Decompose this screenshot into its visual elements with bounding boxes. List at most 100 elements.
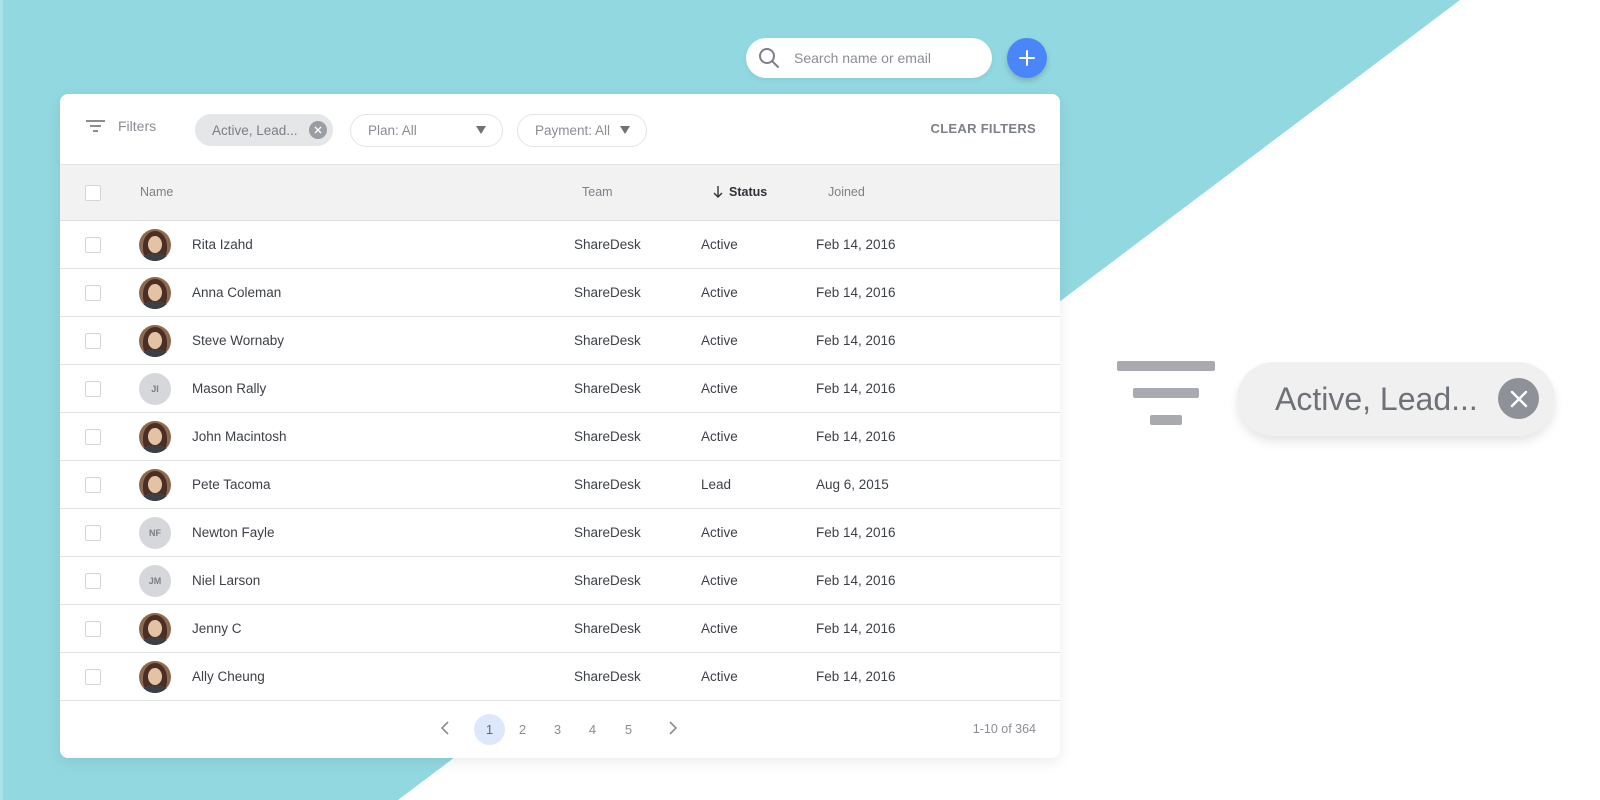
table-body: Rita Izahd ShareDesk Active Feb 14, 2016…: [60, 221, 1060, 701]
column-header-status[interactable]: Status: [713, 185, 767, 199]
avatar: JM: [139, 565, 171, 597]
row-checkbox[interactable]: [85, 477, 101, 493]
background-edge: [0, 0, 3, 800]
cell-status: Active: [701, 525, 738, 540]
cell-team: ShareDesk: [574, 381, 641, 396]
chevron-right-icon[interactable]: [668, 719, 678, 737]
cell-status: Active: [701, 573, 738, 588]
arrow-down-icon: [713, 186, 723, 198]
cell-name[interactable]: Ally Cheung: [192, 669, 265, 684]
column-header-team[interactable]: Team: [582, 185, 613, 199]
filter-icon: [86, 120, 105, 132]
cell-joined: Feb 14, 2016: [816, 573, 896, 588]
column-header-status-label: Status: [729, 185, 768, 199]
avatar-initials: JM: [148, 576, 162, 586]
close-icon[interactable]: [1498, 378, 1539, 419]
caret-down-icon: [620, 126, 630, 134]
cell-team: ShareDesk: [574, 429, 641, 444]
close-icon[interactable]: [309, 121, 327, 139]
table-row[interactable]: Steve Wornaby ShareDesk Active Feb 14, 2…: [60, 317, 1060, 365]
cell-name[interactable]: Niel Larson: [192, 573, 260, 588]
caret-down-icon: [476, 126, 486, 134]
pagination-range: 1-10 of 364: [972, 722, 1036, 736]
search-bar[interactable]: [746, 38, 992, 78]
table-row[interactable]: JI Mason Rally ShareDesk Active Feb 14, …: [60, 365, 1060, 413]
row-checkbox[interactable]: [85, 333, 101, 349]
cell-name[interactable]: Steve Wornaby: [192, 333, 284, 348]
avatar: [139, 613, 171, 645]
row-checkbox[interactable]: [85, 525, 101, 541]
avatar: NF: [139, 517, 171, 549]
avatar: JI: [139, 373, 171, 405]
avatar: [139, 277, 171, 309]
avatar-initials: JI: [151, 384, 159, 394]
table-row[interactable]: Ally Cheung ShareDesk Active Feb 14, 201…: [60, 653, 1060, 701]
cell-name[interactable]: Pete Tacoma: [192, 477, 271, 492]
row-checkbox[interactable]: [85, 381, 101, 397]
status-filter-chip-enlarged[interactable]: Active, Lead...: [1237, 362, 1555, 436]
column-header-joined[interactable]: Joined: [828, 185, 865, 199]
cell-team: ShareDesk: [574, 333, 641, 348]
row-checkbox[interactable]: [85, 285, 101, 301]
payment-select[interactable]: Payment: All: [517, 114, 647, 147]
page-button-3[interactable]: 3: [542, 714, 573, 745]
cell-team: ShareDesk: [574, 669, 641, 684]
avatar: [139, 325, 171, 357]
cell-status: Active: [701, 429, 738, 444]
avatar: [139, 421, 171, 453]
avatar: [139, 229, 171, 261]
cell-name[interactable]: Anna Coleman: [192, 285, 281, 300]
cell-status: Active: [701, 621, 738, 636]
cell-status: Active: [701, 333, 738, 348]
cell-joined: Feb 14, 2016: [816, 621, 896, 636]
cell-status: Active: [701, 237, 738, 252]
row-checkbox[interactable]: [85, 669, 101, 685]
cell-status: Lead: [701, 477, 732, 492]
plan-select-label: Plan: All: [368, 123, 417, 138]
page-button-1[interactable]: 1: [474, 714, 505, 745]
plan-select[interactable]: Plan: All: [350, 114, 503, 147]
add-user-button[interactable]: [1007, 38, 1047, 78]
chevron-left-icon[interactable]: [440, 719, 450, 737]
cell-joined: Feb 14, 2016: [816, 285, 896, 300]
row-checkbox[interactable]: [85, 429, 101, 445]
row-checkbox[interactable]: [85, 573, 101, 589]
cell-name[interactable]: Rita Izahd: [192, 237, 253, 252]
users-table-card: Filters Active, Lead... Plan: All Paymen…: [60, 94, 1060, 758]
cell-joined: Feb 14, 2016: [816, 381, 896, 396]
table-row[interactable]: JM Niel Larson ShareDesk Active Feb 14, …: [60, 557, 1060, 605]
table-row[interactable]: Pete Tacoma ShareDesk Lead Aug 6, 2015: [60, 461, 1060, 509]
cell-team: ShareDesk: [574, 621, 641, 636]
cell-name[interactable]: Newton Fayle: [192, 525, 275, 540]
cell-status: Active: [701, 381, 738, 396]
cell-name[interactable]: Mason Rally: [192, 381, 266, 396]
table-row[interactable]: Jenny C ShareDesk Active Feb 14, 2016: [60, 605, 1060, 653]
search-input[interactable]: [794, 50, 974, 66]
cell-status: Active: [701, 285, 738, 300]
clear-filters-button[interactable]: CLEAR FILTERS: [931, 121, 1037, 136]
page-button-5[interactable]: 5: [613, 714, 644, 745]
cell-joined: Feb 14, 2016: [816, 237, 896, 252]
row-checkbox[interactable]: [85, 621, 101, 637]
payment-select-label: Payment: All: [535, 123, 611, 138]
cell-team: ShareDesk: [574, 525, 641, 540]
table-row[interactable]: Anna Coleman ShareDesk Active Feb 14, 20…: [60, 269, 1060, 317]
cell-name[interactable]: Jenny C: [192, 621, 242, 636]
status-filter-chip[interactable]: Active, Lead...: [195, 114, 333, 146]
cell-name[interactable]: John Macintosh: [192, 429, 287, 444]
filters-bar: Filters Active, Lead... Plan: All Paymen…: [60, 94, 1060, 165]
table-row[interactable]: NF Newton Fayle ShareDesk Active Feb 14,…: [60, 509, 1060, 557]
cell-team: ShareDesk: [574, 237, 641, 252]
row-checkbox[interactable]: [85, 237, 101, 253]
table-row[interactable]: John Macintosh ShareDesk Active Feb 14, …: [60, 413, 1060, 461]
column-header-name[interactable]: Name: [140, 185, 173, 199]
status-filter-chip-label: Active, Lead...: [212, 122, 298, 138]
cell-joined: Aug 6, 2015: [816, 477, 889, 492]
select-all-checkbox[interactable]: [85, 185, 101, 201]
cell-joined: Feb 14, 2016: [816, 525, 896, 540]
page-button-2[interactable]: 2: [507, 714, 538, 745]
page-button-4[interactable]: 4: [577, 714, 608, 745]
table-row[interactable]: Rita Izahd ShareDesk Active Feb 14, 2016: [60, 221, 1060, 269]
avatar: [139, 661, 171, 693]
filters-toggle[interactable]: Filters: [86, 118, 156, 134]
